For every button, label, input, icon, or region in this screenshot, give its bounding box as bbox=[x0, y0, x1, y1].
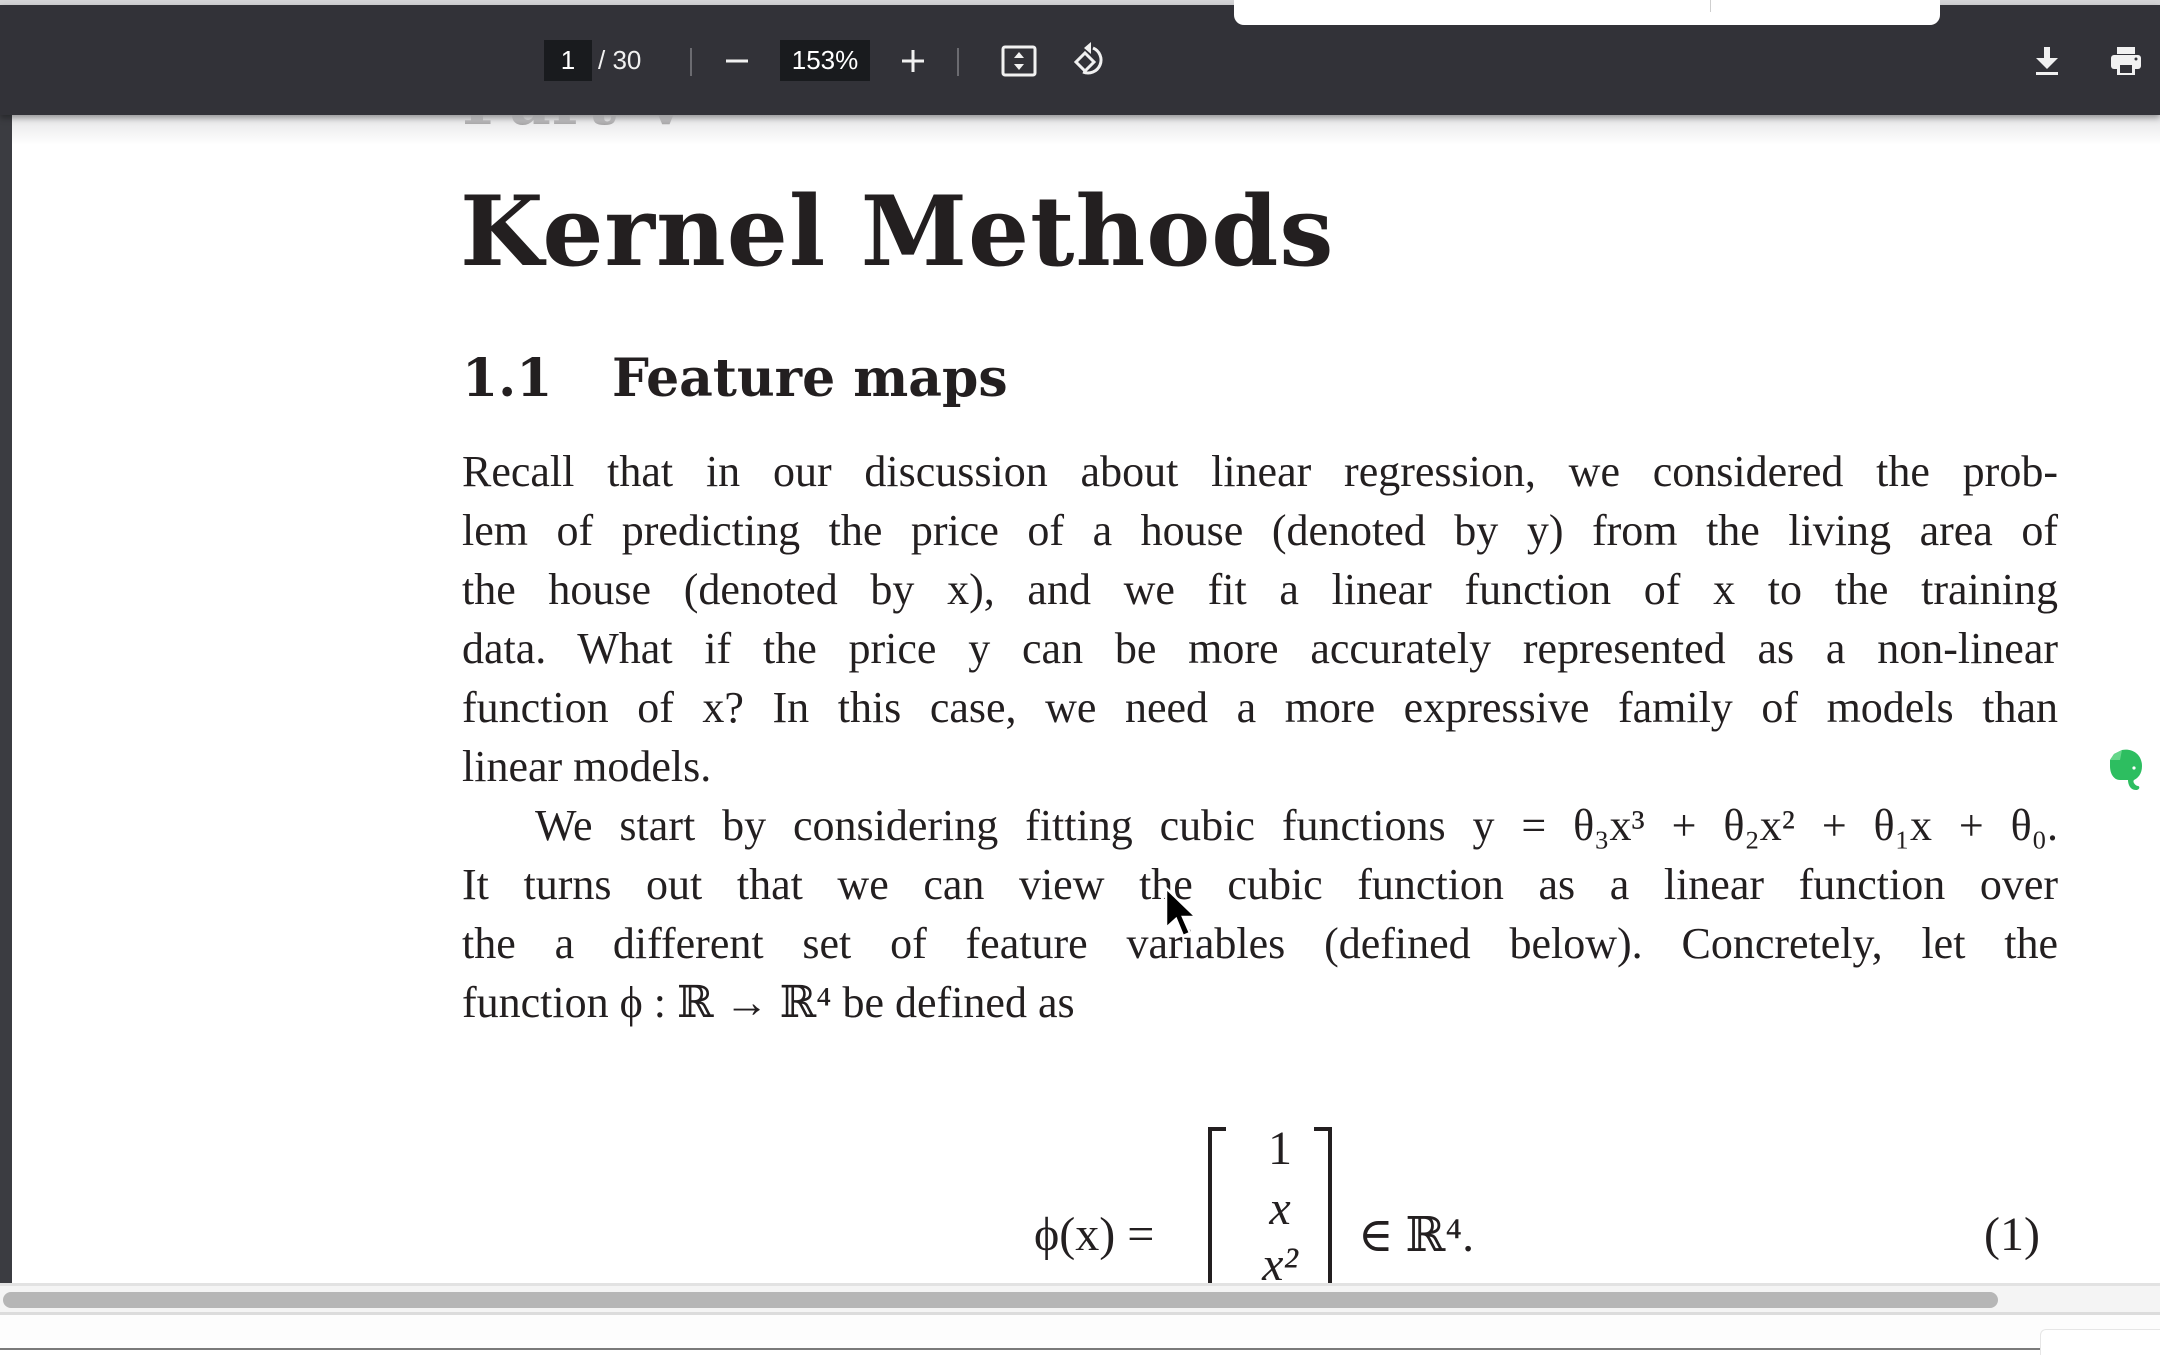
rotate-button[interactable] bbox=[1064, 33, 1120, 89]
chapter-title: Kernel Methods bbox=[460, 175, 1335, 288]
print-button[interactable] bbox=[2098, 33, 2154, 89]
text-line: It turns out that we can view the cubic … bbox=[462, 860, 2058, 909]
text-line: linear models. bbox=[462, 742, 712, 791]
toolbar-shadow bbox=[12, 115, 2160, 145]
matrix-row: x bbox=[1269, 1182, 1291, 1235]
pdf-page: Part V Kernel Methods 1.1Feature maps Re… bbox=[12, 115, 2160, 1283]
download-button[interactable] bbox=[2019, 33, 2075, 89]
matrix-left-bracket bbox=[1208, 1127, 1226, 1283]
fit-to-page-button[interactable] bbox=[991, 33, 1047, 89]
text-line: lem of predicting the price of a house (… bbox=[462, 506, 2058, 555]
section-number: 1.1 bbox=[462, 348, 553, 409]
paragraph-2: We start by considering fitting cubic fu… bbox=[462, 796, 2058, 1032]
text-line: the house (denoted by x), and we fit a l… bbox=[462, 565, 2058, 614]
page-number-input[interactable]: 1 bbox=[544, 40, 592, 81]
find-bar-popup[interactable] bbox=[1234, 0, 1940, 25]
zoom-level-input[interactable]: 153% bbox=[780, 40, 870, 81]
matrix-row: 1 bbox=[1268, 1122, 1292, 1175]
matrix-right-bracket bbox=[1314, 1127, 1332, 1283]
text-line: Recall that in our discussion about line… bbox=[462, 447, 2058, 496]
evernote-icon[interactable] bbox=[2106, 748, 2146, 792]
print-icon bbox=[2111, 47, 2141, 75]
text-line: function ϕ : ℝ → ℝ⁴ be defined as bbox=[462, 978, 1075, 1027]
plus-icon bbox=[902, 50, 924, 72]
zoom-out-button[interactable] bbox=[709, 33, 765, 89]
left-sidebar-edge bbox=[0, 115, 12, 1283]
text-line: the a different set of feature variables… bbox=[462, 919, 2058, 968]
minus-icon bbox=[726, 59, 748, 63]
section-heading: 1.1 Feature maps bbox=[462, 348, 1008, 409]
mouse-pointer-icon bbox=[1164, 885, 1204, 942]
bottom-corner-panel bbox=[2040, 1329, 2160, 1355]
paragraph-1: Recall that in our discussion about line… bbox=[462, 442, 2058, 796]
page-total-label: / 30 bbox=[598, 45, 642, 75]
bottom-bar bbox=[0, 1315, 2160, 1355]
text-line: data. What if the price y can be more ac… bbox=[462, 624, 2058, 673]
zoom-in-button[interactable] bbox=[885, 33, 941, 89]
toolbar-divider bbox=[690, 48, 692, 76]
evernote-elephant-icon bbox=[2110, 749, 2142, 790]
matrix-row: x² bbox=[1262, 1238, 1298, 1283]
fit-to-page-icon bbox=[1001, 45, 1037, 77]
download-icon bbox=[2036, 47, 2058, 75]
horizontal-scrollbar[interactable] bbox=[0, 1283, 2160, 1315]
text-line: function of x? In this case, we need a m… bbox=[462, 683, 2058, 732]
section-title: Feature maps bbox=[612, 348, 1008, 409]
equation-number: (1) bbox=[1984, 1208, 2040, 1261]
toolbar-divider bbox=[957, 48, 959, 76]
equation-rhs: ∈ ℝ⁴. bbox=[1358, 1209, 1475, 1262]
equation-lhs: ϕ(x) = bbox=[1034, 1208, 1155, 1261]
horizontal-scrollbar-thumb[interactable] bbox=[3, 1292, 1998, 1308]
text-line: We start by considering fitting cubic fu… bbox=[535, 801, 2058, 850]
rotate-counterclockwise-icon bbox=[1073, 42, 1103, 75]
popup-divider bbox=[1710, 0, 1711, 12]
